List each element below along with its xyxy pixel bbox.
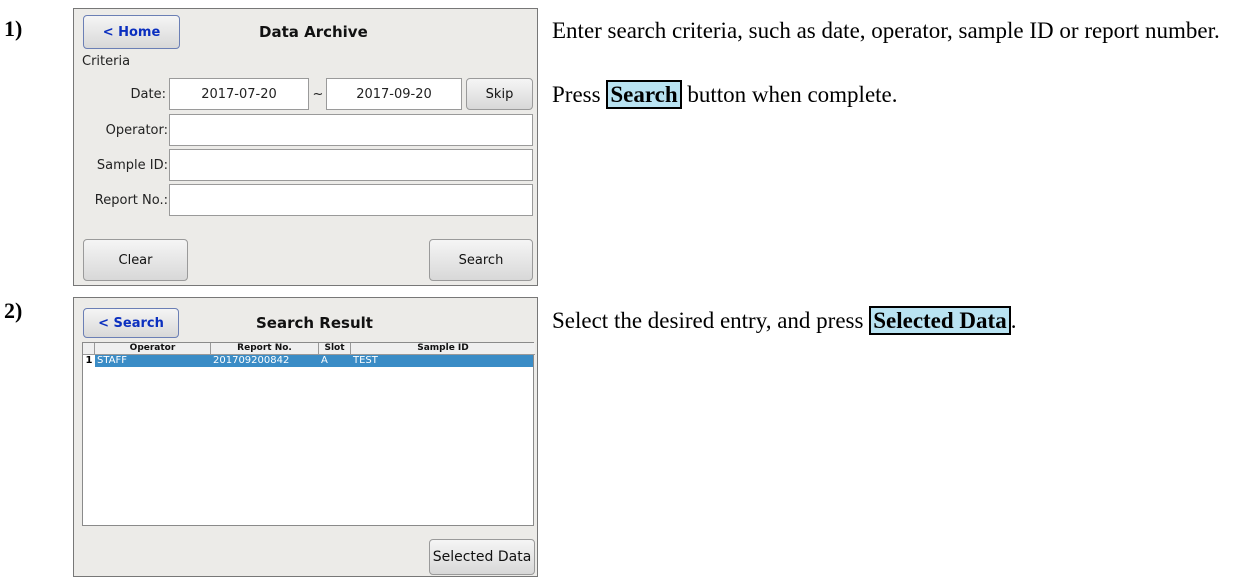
- page-title: Data Archive: [259, 23, 368, 41]
- search-button[interactable]: Search: [429, 239, 533, 281]
- operator-field[interactable]: [169, 114, 533, 146]
- search-result-screen: < Search Search Result Operator Report N…: [73, 297, 538, 577]
- column-header-operator[interactable]: Operator: [95, 343, 211, 355]
- cell-slot[interactable]: A: [319, 355, 351, 367]
- date-to-field[interactable]: 2017-09-20: [326, 78, 462, 110]
- date-from-field[interactable]: 2017-07-20: [169, 78, 309, 110]
- text-fragment: Press: [552, 82, 607, 107]
- text-fragment: .: [1010, 308, 1017, 333]
- step-1-number: 1): [4, 16, 23, 41]
- step-2-instruction: Select the desired entry, and press Sele…: [552, 304, 1232, 338]
- row-number: 1: [85, 355, 93, 366]
- cell-sample-id[interactable]: TEST: [351, 355, 535, 367]
- step-1-press-search: Press Search button when complete.: [552, 78, 1232, 112]
- back-to-search-button[interactable]: < Search: [83, 308, 179, 338]
- report-no-field[interactable]: [169, 184, 533, 216]
- selected-data-key-label: Selected Data: [869, 306, 1011, 335]
- date-label: Date:: [130, 87, 166, 102]
- column-header-slot[interactable]: Slot: [319, 343, 351, 355]
- skip-button[interactable]: Skip: [466, 78, 533, 110]
- row-number-header: [83, 343, 95, 355]
- sample-id-label: Sample ID:: [96, 158, 168, 173]
- text-fragment: Select the desired entry, and press: [552, 308, 870, 333]
- data-archive-screen: < Home Data Archive Criteria Date: 2017-…: [73, 8, 538, 286]
- search-key-label: Search: [606, 80, 682, 109]
- step-1-instruction: Enter search criteria, such as date, ope…: [552, 18, 1220, 43]
- search-result-title: Search Result: [256, 314, 373, 332]
- clear-button[interactable]: Clear: [83, 239, 188, 281]
- home-button[interactable]: < Home: [83, 15, 180, 49]
- step-1-description: Enter search criteria, such as date, ope…: [552, 14, 1232, 112]
- selected-data-button[interactable]: Selected Data: [429, 539, 535, 575]
- step-2-description: Select the desired entry, and press Sele…: [552, 304, 1232, 338]
- sample-id-field[interactable]: [169, 149, 533, 181]
- criteria-label: Criteria: [82, 54, 131, 69]
- cell-report-no[interactable]: 201709200842: [211, 355, 319, 367]
- column-header-report-no[interactable]: Report No.: [211, 343, 319, 355]
- results-table[interactable]: Operator Report No. Slot Sample ID 1 STA…: [82, 342, 535, 526]
- text-fragment: button when complete.: [681, 82, 898, 107]
- cell-operator[interactable]: STAFF: [95, 355, 211, 367]
- report-no-label: Report No.:: [94, 193, 168, 208]
- date-range-separator: ~: [312, 87, 324, 102]
- operator-label: Operator:: [105, 123, 168, 138]
- step-2-number: 2): [4, 298, 23, 323]
- column-header-sample-id[interactable]: Sample ID: [351, 343, 535, 355]
